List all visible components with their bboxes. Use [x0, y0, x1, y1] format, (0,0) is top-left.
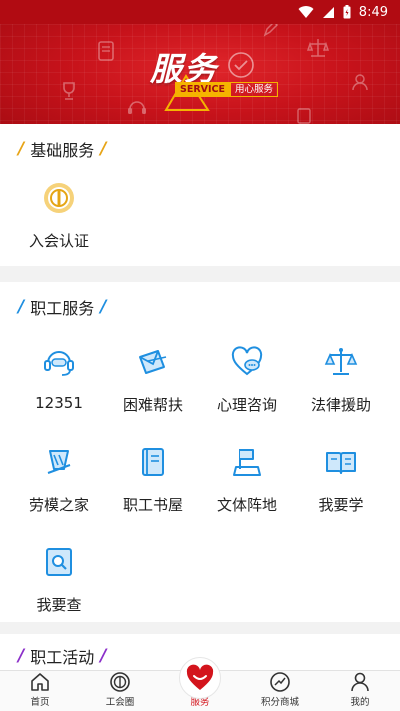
nav-home[interactable]: 首页 — [0, 671, 80, 711]
slash-decor: / — [100, 297, 107, 317]
envelope-icon — [139, 350, 167, 374]
signal-icon — [322, 6, 334, 18]
status-time: 8:49 — [358, 4, 388, 20]
book-icon — [142, 448, 164, 476]
slash-decor: / — [100, 646, 107, 666]
nav-label: 首页 — [30, 697, 50, 708]
basic-services-section: / 基础服务 / 入会认证 — [0, 124, 400, 266]
banner-tag-cn: 用心服务 — [230, 82, 279, 97]
nav-services[interactable]: 服务 — [160, 657, 240, 711]
flag-icon — [233, 449, 261, 476]
nav-label: 积分商城 — [260, 697, 299, 708]
service-label: 我要查 — [36, 596, 82, 614]
service-label: 文体阵地 — [216, 496, 277, 514]
banner-decor-document-icon — [98, 41, 114, 61]
service-item-query[interactable]: 我要查 — [12, 526, 106, 626]
nav-union-circle[interactable]: 工会圈 — [80, 671, 160, 711]
slash-decor: / — [100, 139, 107, 159]
nav-profile[interactable]: 我的 — [320, 671, 400, 711]
search-icon — [46, 548, 72, 576]
banner-decor-badge-icon — [228, 52, 254, 78]
profile-icon — [351, 672, 369, 692]
home-icon — [31, 673, 49, 691]
section-header-worker: / 职工服务 / — [0, 282, 400, 332]
banner-decor-trophy-icon — [63, 82, 75, 100]
service-label: 12351 — [35, 394, 83, 412]
service-label: 我要学 — [318, 496, 364, 514]
heart-icon — [186, 664, 214, 690]
nav-points-mall[interactable]: 积分商城 — [240, 671, 320, 711]
mall-icon — [270, 672, 290, 692]
open-book-icon — [326, 452, 356, 474]
heart-chat-icon — [231, 346, 263, 376]
bottom-nav: 首页 工会圈 服务 积分商城 我的 — [0, 657, 400, 711]
banner-decor-headset-icon — [128, 101, 146, 114]
badge-icon — [44, 183, 74, 213]
banner-tag-en: SERVICE — [175, 82, 230, 97]
service-label: 劳模之家 — [28, 496, 89, 514]
service-item-hotline[interactable]: 12351 — [12, 326, 106, 426]
service-label: 心理咨询 — [216, 396, 277, 414]
service-item-hardship[interactable]: 困难帮扶 — [106, 326, 200, 426]
service-label: 职工书屋 — [122, 496, 183, 514]
section-title-basic: 基础服务 — [30, 141, 95, 160]
worker-services-section: / 职工服务 / 12351 困难帮扶 心理咨询 法律援助 劳模之家 职工书屋 … — [0, 282, 400, 622]
service-item-legal-aid[interactable]: 法律援助 — [294, 326, 388, 426]
wifi-icon — [298, 5, 314, 18]
service-item-learn[interactable]: 我要学 — [294, 426, 388, 526]
service-item-library[interactable]: 职工书屋 — [106, 426, 200, 526]
service-item-culture-sports[interactable]: 文体阵地 — [200, 426, 294, 526]
service-label: 法律援助 — [310, 396, 371, 414]
service-label: 入会认证 — [28, 232, 89, 250]
nav-label: 工会圈 — [105, 697, 135, 708]
section-title-activity: 职工活动 — [30, 648, 95, 667]
scales-icon — [324, 348, 358, 375]
medal-icon — [47, 450, 71, 474]
slash-decor: / — [18, 646, 25, 666]
service-label: 困难帮扶 — [122, 396, 183, 414]
union-circle-icon — [110, 672, 130, 692]
service-item-model-worker[interactable]: 劳模之家 — [12, 426, 106, 526]
headset-icon — [44, 351, 74, 376]
service-item-counseling[interactable]: 心理咨询 — [200, 326, 294, 426]
slash-decor: / — [18, 139, 25, 159]
service-item-membership[interactable]: 入会认证 — [12, 174, 106, 262]
status-bar: 8:49 — [0, 0, 400, 24]
battery-icon — [343, 5, 351, 19]
section-header-basic: / 基础服务 / — [0, 124, 400, 174]
nav-label: 我的 — [350, 697, 370, 708]
active-tab-bubble — [179, 657, 221, 699]
banner-tagline: SERVICE 用心服务 — [175, 82, 279, 97]
section-title-worker: 职工服务 — [30, 299, 95, 318]
banner-decor-scales-icon — [306, 39, 330, 57]
slash-decor: / — [18, 297, 25, 317]
banner-decor-doc2-icon — [297, 108, 311, 124]
banner-decor-user-icon — [352, 74, 368, 91]
